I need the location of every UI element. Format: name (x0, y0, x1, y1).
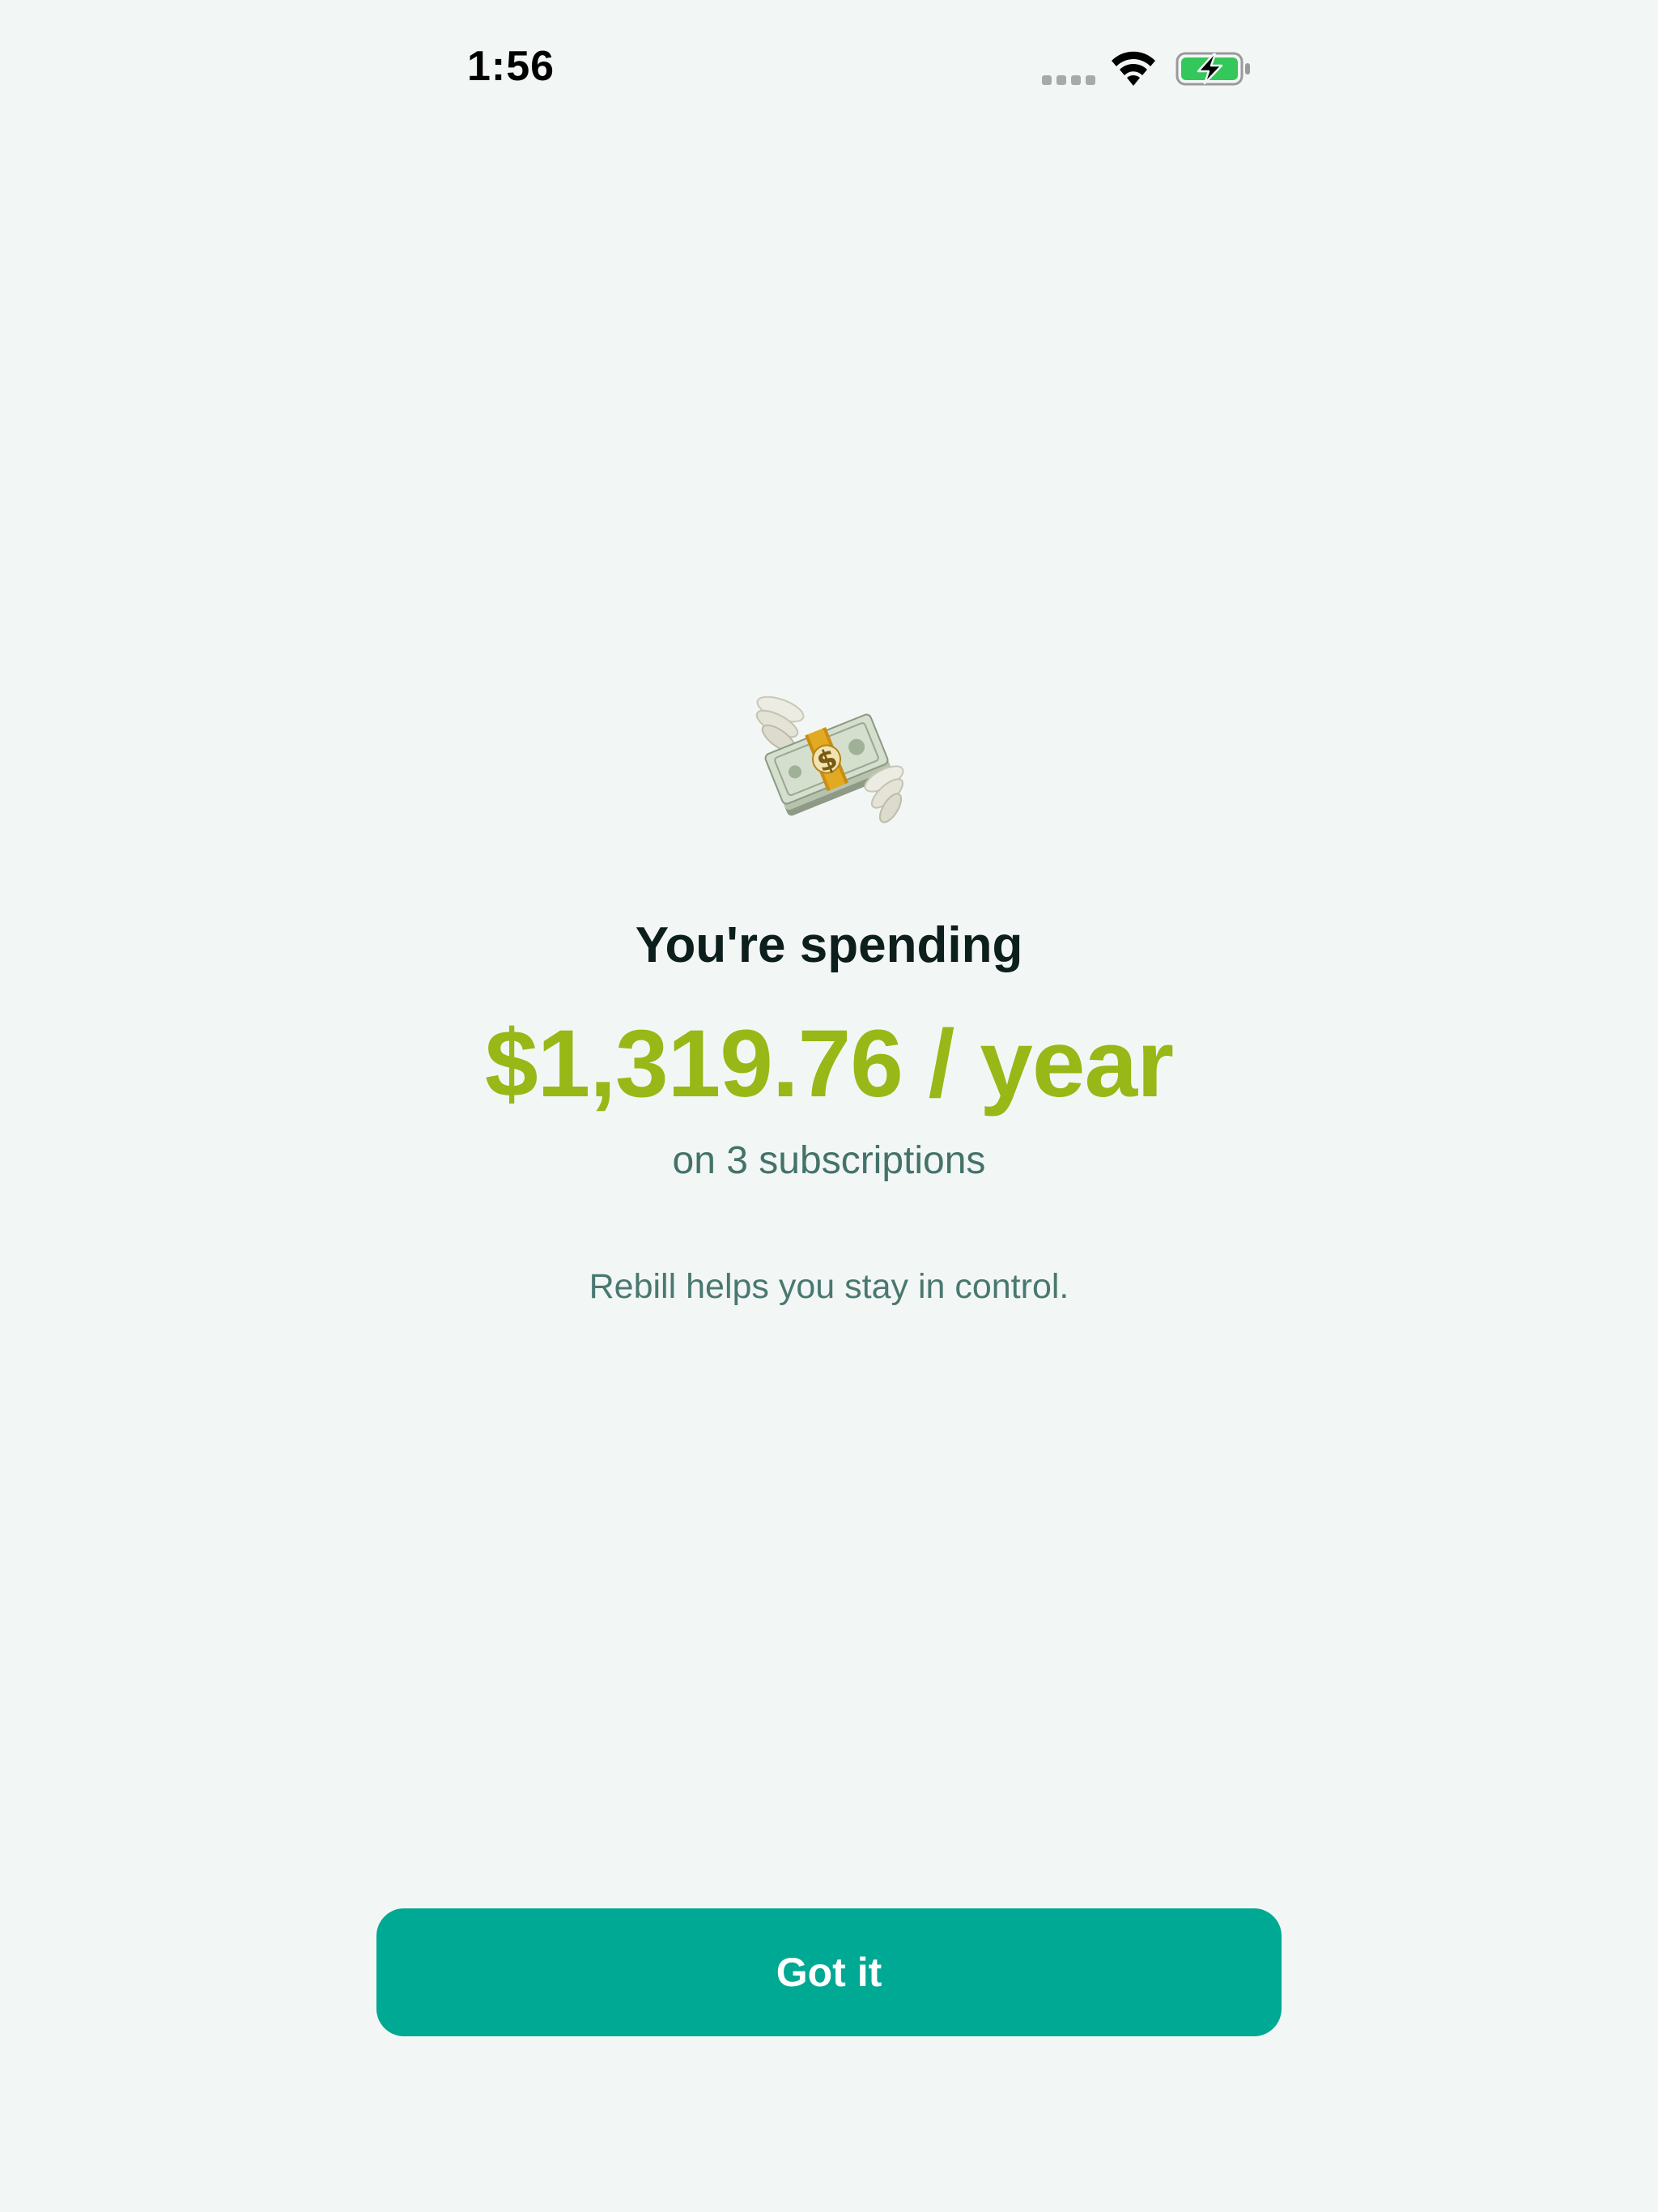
status-bar: 1:56 (0, 0, 1658, 138)
battery-charging-icon (1175, 52, 1250, 86)
tagline: Rebill helps you stay in control. (589, 1267, 1069, 1306)
status-time: 1:56 (467, 43, 555, 90)
wifi-icon (1112, 51, 1155, 86)
money-with-wings-icon: $ (755, 696, 904, 823)
got-it-button[interactable]: Got it (376, 1908, 1282, 2036)
subscription-count: on 3 subscriptions (672, 1139, 986, 1182)
yearly-amount: $1,319.76 / year (484, 1010, 1174, 1117)
spending-summary-screen: 1:56 $ You're spending $1,319.76 / year … (0, 0, 1658, 2212)
spending-heading: You're spending (635, 917, 1023, 973)
cellular-signal-icon (1042, 75, 1095, 85)
